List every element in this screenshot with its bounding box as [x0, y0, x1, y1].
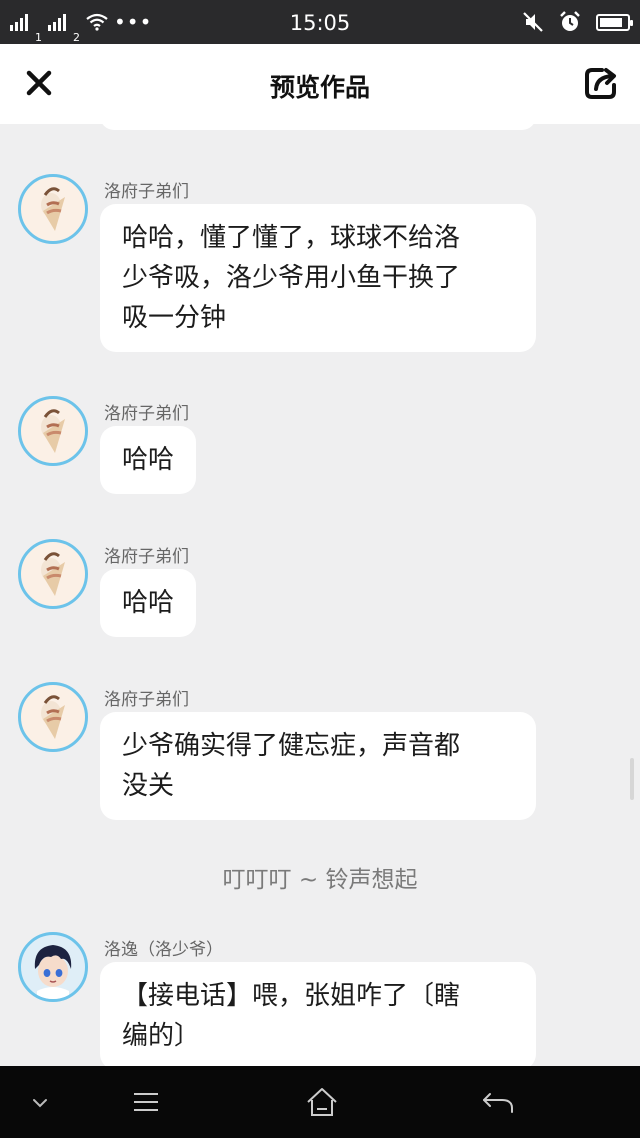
alarm-icon	[560, 11, 580, 31]
ice-cream-avatar[interactable]	[18, 396, 88, 466]
ice-cream-icon	[41, 552, 65, 596]
ice-cream-avatar[interactable]	[18, 682, 88, 752]
sender-name: 洛府子弟们	[104, 690, 189, 710]
navigation-bar	[0, 1066, 640, 1138]
status-right	[522, 0, 633, 44]
ice-cream-avatar[interactable]	[18, 174, 88, 244]
message-bubble[interactable]: 哈哈	[100, 569, 197, 637]
ice-cream-icon	[41, 695, 65, 739]
share-icon[interactable]	[582, 64, 620, 102]
scrollbar[interactable]	[630, 758, 634, 800]
sender-name: 洛府子弟们	[104, 547, 189, 567]
sender-name: 洛府子弟们	[104, 404, 189, 424]
back-icon[interactable]	[478, 1084, 518, 1120]
message-bubble[interactable]: 哈哈	[100, 426, 197, 494]
header: 预览作品	[0, 44, 640, 124]
chevron-down-icon[interactable]	[20, 1084, 60, 1120]
previous-message-bubble	[100, 124, 536, 130]
ice-cream-icon	[41, 409, 65, 453]
menu-icon[interactable]	[126, 1084, 166, 1120]
message-bubble[interactable]: 少爷确实得了健忘症，声音都 没关	[100, 712, 536, 820]
anime-boy-avatar[interactable]	[18, 932, 88, 1002]
message-bubble[interactable]: 哈哈，懂了懂了，球球不给洛 少爷吸，洛少爷用小鱼干换了 吸一分钟	[100, 204, 536, 352]
home-icon[interactable]	[302, 1084, 342, 1120]
mute-icon	[523, 12, 543, 32]
battery-fill	[600, 17, 623, 27]
ice-cream-avatar[interactable]	[18, 539, 88, 609]
anime-boy-icon	[34, 945, 72, 999]
system-note: 叮叮叮 ~ 铃声想起	[222, 867, 418, 893]
battery-icon	[596, 13, 633, 31]
ice-cream-icon	[41, 187, 65, 231]
status-bar: 1 2 ••• 15:05	[0, 0, 640, 44]
sender-name: 洛逸（洛少爷）	[104, 940, 223, 960]
sender-name: 洛府子弟们	[104, 182, 189, 202]
chat-list[interactable]: 洛府子弟们 哈哈，懂了懂了，球球不给洛 少爷吸，洛少爷用小鱼干换了 吸一分钟 洛…	[0, 124, 640, 1066]
message-bubble[interactable]: 【接电话】喂，张姐咋了〔瞎 编的〕	[100, 962, 536, 1066]
page-title: 预览作品	[269, 73, 370, 102]
